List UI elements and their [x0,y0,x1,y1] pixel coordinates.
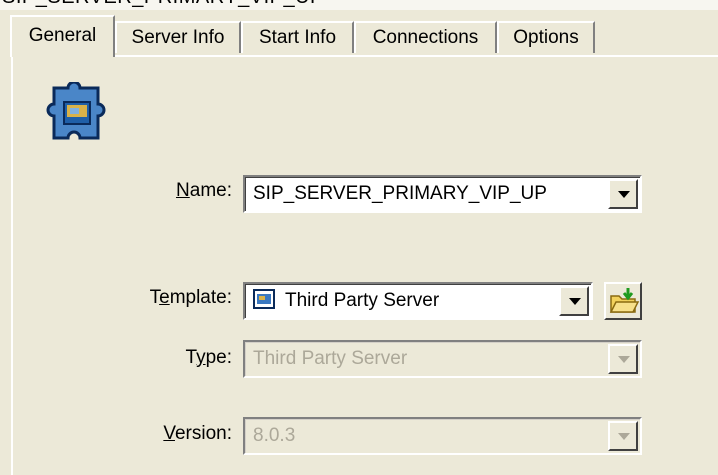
name-combobox[interactable]: SIP_SERVER_PRIMARY_VIP_UP [243,175,642,213]
version-value: 8.0.3 [253,425,296,446]
general-tab-panel [11,55,718,475]
name-value: SIP_SERVER_PRIMARY_VIP_UP [253,183,547,204]
window-title-bar: SIP_SERVER_PRIMARY_VIP_UP [0,0,718,10]
name-dropdown-button[interactable] [608,179,638,209]
template-value: Third Party Server [285,290,440,311]
type-value: Third Party Server [253,348,408,369]
tab-general[interactable]: General [10,15,115,57]
template-dropdown-button[interactable] [559,286,589,316]
type-combobox: Third Party Server [243,340,642,378]
tab-connections[interactable]: Connections [354,21,497,53]
version-combobox: 8.0.3 [243,417,642,455]
application-server-icon [46,82,106,140]
tab-start-info[interactable]: Start Info [241,21,354,53]
tab-server-info[interactable]: Server Info [115,21,241,53]
version-dropdown-button [608,421,638,451]
browse-template-button[interactable] [604,282,642,320]
folder-browse-icon [609,288,640,313]
name-label: Name: [176,180,232,201]
server-template-icon [253,289,275,310]
type-dropdown-button [608,344,638,374]
template-label: Template: [149,287,232,308]
tab-options[interactable]: Options [497,21,595,53]
template-combobox[interactable]: Third Party Server [243,282,593,320]
version-label: Version: [163,423,232,444]
window-title: SIP_SERVER_PRIMARY_VIP_UP [2,0,324,9]
type-label: Type: [185,347,232,368]
